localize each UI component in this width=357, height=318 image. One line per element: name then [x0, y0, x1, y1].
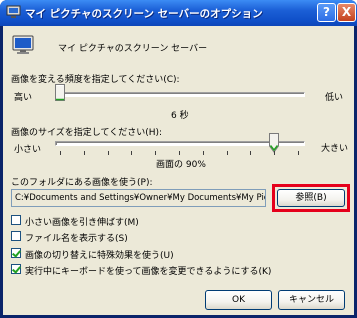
show-filenames-label[interactable]: ファイル名を表示する(S)	[25, 231, 128, 244]
slider-tick	[107, 151, 109, 155]
transition-effects-label[interactable]: 画像の切り替えに特殊効果を使う(U)	[25, 248, 174, 261]
slider-tick	[131, 151, 133, 155]
slider-tick	[226, 151, 228, 155]
slider-tick	[83, 151, 85, 155]
keyboard-scroll-checkbox[interactable]	[11, 264, 21, 274]
stretch-small-images-checkbox[interactable]	[11, 215, 21, 225]
slider-tick	[298, 151, 299, 155]
slider-tick	[155, 151, 157, 155]
size-large-label: 大きい	[321, 144, 349, 154]
browse-button[interactable]: 参照(B)	[277, 189, 345, 207]
folder-path-text: C:¥Documents and Settings¥Owner¥My Docum…	[15, 193, 266, 203]
frequency-low-label: 低い	[325, 93, 344, 103]
frequency-high-label: 高い	[14, 93, 33, 103]
slider-tick	[274, 151, 276, 155]
cancel-button[interactable]: キャンセル	[278, 290, 345, 310]
size-slider-track[interactable]	[55, 141, 305, 146]
size-label: 画像のサイズを指定してください(H):	[11, 128, 163, 138]
slider-tick	[250, 151, 252, 155]
slider-tick	[202, 151, 204, 155]
browse-highlight: 参照(B)	[272, 184, 350, 212]
title-bar[interactable]: マイ ピクチャのスクリーン セーバーのオプション ? X	[0, 0, 357, 26]
stretch-small-images-label[interactable]: 小さい画像を引き伸ばす(M)	[25, 215, 139, 228]
slider-tick	[179, 151, 180, 155]
frequency-label: 画像を変える頻度を指定してください(C):	[11, 75, 180, 85]
folder-path-field[interactable]: C:¥Documents and Settings¥Owner¥My Docum…	[11, 189, 266, 207]
frequency-value: 6 秒	[171, 111, 189, 121]
screensaver-heading: マイ ピクチャのスクリーン セーバー	[58, 44, 208, 54]
folder-label: このフォルダにある画像を使う(P):	[11, 178, 153, 188]
frequency-slider-track[interactable]	[55, 92, 305, 97]
slider-tick	[60, 151, 61, 155]
dialog-window: マイ ピクチャのスクリーン セーバーのオプション ? X マイ ピクチャのスクリ…	[0, 0, 357, 318]
size-slider-thumb[interactable]	[269, 133, 280, 153]
dialog-body: マイ ピクチャのスクリーン セーバー 画像を変える頻度を指定してください(C):…	[3, 26, 354, 315]
monitor-icon	[6, 5, 21, 18]
size-value: 画面の 90%	[156, 160, 206, 170]
frequency-slider-thumb[interactable]	[55, 84, 65, 101]
ok-button[interactable]: OK	[205, 290, 272, 310]
help-button[interactable]: ?	[317, 3, 336, 22]
transition-effects-checkbox[interactable]	[11, 248, 21, 258]
show-filenames-checkbox[interactable]	[11, 231, 21, 241]
size-small-label: 小さい	[14, 145, 42, 155]
window-title: マイ ピクチャのスクリーン セーバーのオプション	[25, 8, 263, 20]
close-button[interactable]: X	[337, 3, 356, 22]
keyboard-scroll-label[interactable]: 実行中にキーボードを使って画像を変更できるようにする(K)	[25, 264, 271, 277]
monitor-icon	[12, 35, 34, 54]
